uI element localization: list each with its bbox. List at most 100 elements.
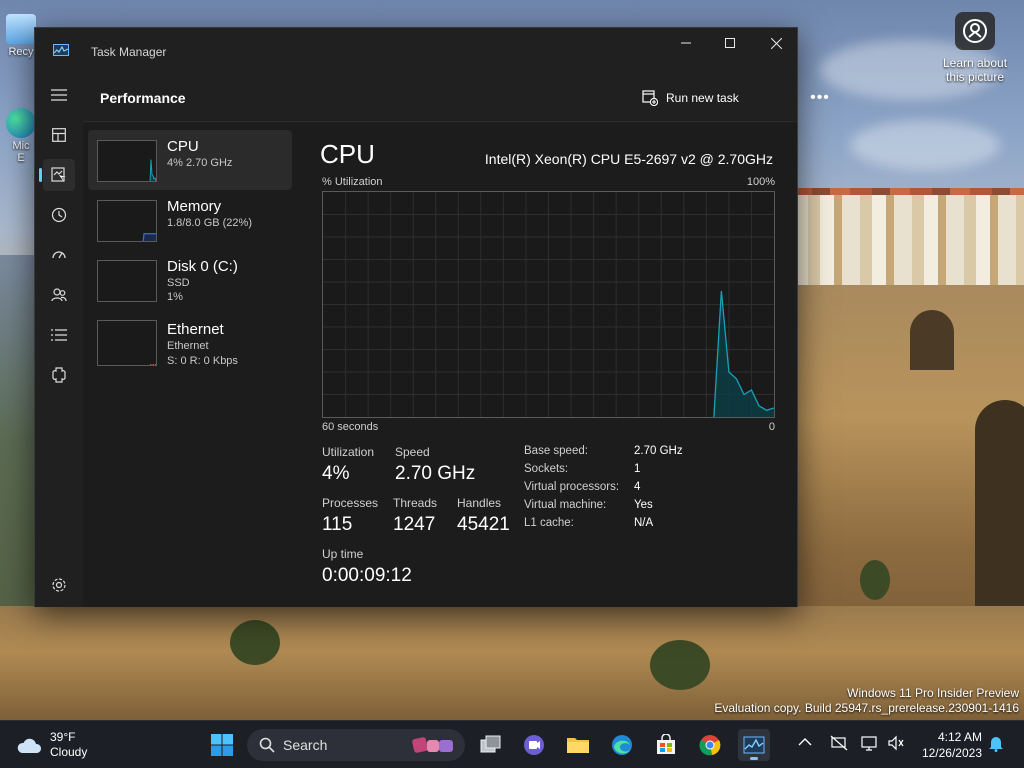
maximize-button[interactable] [707, 28, 753, 58]
cpu-thumbnail-graph [97, 140, 157, 182]
search-highlight-icon [412, 737, 453, 753]
resource-item-ethernet[interactable]: Ethernet Ethernet S: 0 R: 0 Kbps [88, 316, 292, 376]
task-view-icon [480, 735, 501, 753]
weather-description: Cloudy [50, 745, 88, 759]
resource-item-memory[interactable]: Memory 1.8/8.0 GB (22%) [88, 190, 292, 250]
nav-app-history[interactable] [43, 199, 75, 231]
cpu-detail-panel: CPU Intel(R) Xeon(R) CPU E5-2697 v2 @ 2.… [297, 123, 797, 607]
town-buildings [790, 195, 1024, 285]
resource-name: Memory [167, 198, 222, 215]
processes-label: Processes [322, 496, 379, 510]
display-button[interactable] [861, 735, 879, 754]
handles-value: 45421 [457, 514, 510, 535]
navigation-rail [35, 72, 83, 607]
resource-list: CPU 4% 2.70 GHz Memory 1.8/8.0 GB (22%) … [83, 123, 297, 607]
minimize-button[interactable] [663, 28, 709, 58]
learn-label: Learn about this picture [942, 56, 1008, 84]
clock-time: 4:12 AM [937, 730, 982, 744]
nav-users[interactable] [43, 279, 75, 311]
info-value: N/A [634, 517, 654, 529]
info-key: Sockets: [524, 463, 569, 475]
more-icon: ••• [810, 89, 830, 106]
cpu-utilization-chart [323, 192, 775, 418]
resource-detail: S: 0 R: 0 Kbps [167, 355, 238, 367]
store-icon [657, 734, 675, 754]
memory-mini-area [143, 233, 156, 241]
ethernet-mini-graph [150, 364, 156, 365]
task-view-button[interactable] [475, 729, 507, 761]
page-title: Performance [100, 90, 186, 106]
nav-services[interactable] [43, 359, 75, 391]
task-manager-window: Task Manager Performance Run new task ••… [34, 27, 829, 607]
volume-button[interactable] [887, 735, 905, 754]
edge-button[interactable] [606, 729, 638, 761]
file-explorer-button[interactable] [562, 729, 594, 761]
info-key: Base speed: [524, 445, 588, 457]
notifications-button[interactable] [988, 734, 1004, 755]
utilization-label: Utilization [322, 445, 375, 459]
details-icon [51, 329, 67, 341]
learn-about-picture[interactable]: Learn about this picture [936, 12, 1014, 84]
info-value: 4 [634, 481, 641, 493]
y-axis-max-label: 100% [746, 176, 775, 188]
recycle-bin-desktop-icon[interactable]: Recy [4, 14, 38, 58]
nav-processes[interactable] [43, 119, 75, 151]
desktop-icon-label: Recy [8, 46, 34, 58]
nav-settings[interactable] [43, 569, 75, 601]
title-bar[interactable]: Task Manager [35, 28, 797, 72]
microsoft-store-button[interactable] [650, 729, 682, 761]
window-title: Task Manager [91, 45, 167, 59]
x-axis-left-label: 60 seconds [322, 421, 379, 433]
chrome-button[interactable] [694, 729, 726, 761]
edge-icon [6, 108, 36, 138]
chrome-icon [699, 735, 721, 756]
network-button[interactable] [830, 735, 848, 754]
file-explorer-icon [567, 738, 589, 753]
resource-name: CPU [167, 138, 199, 155]
uptime-value: 0:00:09:12 [322, 565, 412, 586]
edge-desktop-icon[interactable]: Mic E [4, 108, 38, 164]
cpu-utilization-graph [322, 191, 775, 418]
teams-button[interactable] [518, 729, 550, 761]
more-options-button[interactable]: ••• [805, 84, 835, 112]
start-button[interactable] [206, 729, 238, 761]
resource-item-cpu[interactable]: CPU 4% 2.70 GHz [88, 130, 292, 190]
run-new-task-button[interactable]: Run new task [636, 84, 745, 112]
bell-icon [989, 737, 1003, 752]
nav-performance[interactable] [39, 159, 75, 191]
search-icon [259, 737, 275, 753]
info-value: Yes [634, 499, 653, 511]
nav-details[interactable] [43, 319, 75, 351]
speed-value: 2.70 GHz [395, 463, 476, 484]
info-value: 2.70 GHz [634, 445, 683, 457]
nav-menu-button[interactable] [43, 79, 75, 111]
users-icon [51, 288, 67, 302]
resource-detail: 1% [167, 291, 183, 303]
maximize-icon [725, 38, 735, 48]
taskbar-clock[interactable]: 4:12 AM 12/26/2023 [912, 729, 982, 761]
utilization-value: 4% [322, 463, 350, 484]
uptime-label: Up time [322, 547, 364, 561]
close-button[interactable] [753, 28, 799, 58]
nav-startup-apps[interactable] [43, 239, 75, 271]
resource-name: Disk 0 (C:) [167, 258, 238, 275]
speed-label: Speed [395, 445, 430, 459]
weather-widget[interactable]: 39°F Cloudy [16, 730, 87, 760]
info-value: 1 [634, 463, 641, 475]
network-disconnected-icon [830, 735, 848, 751]
minimize-icon [681, 42, 691, 44]
taskbar-search-box[interactable]: Search [247, 729, 465, 761]
info-key: L1 cache: [524, 517, 574, 529]
show-hidden-icons-button[interactable] [798, 735, 812, 750]
settings-icon [52, 578, 66, 592]
run-new-task-label: Run new task [666, 91, 739, 105]
info-key: Virtual machine: [524, 499, 607, 511]
desktop-icon-label: Mic E [12, 140, 30, 164]
task-manager-button[interactable] [738, 729, 770, 761]
services-icon [52, 367, 66, 383]
recycle-bin-icon [6, 14, 36, 44]
resource-detail: 4% 2.70 GHz [167, 157, 233, 169]
resource-item-disk[interactable]: Disk 0 (C:) SSD 1% [88, 250, 292, 310]
shrub [230, 620, 280, 665]
y-axis-label: % Utilization [322, 176, 383, 188]
